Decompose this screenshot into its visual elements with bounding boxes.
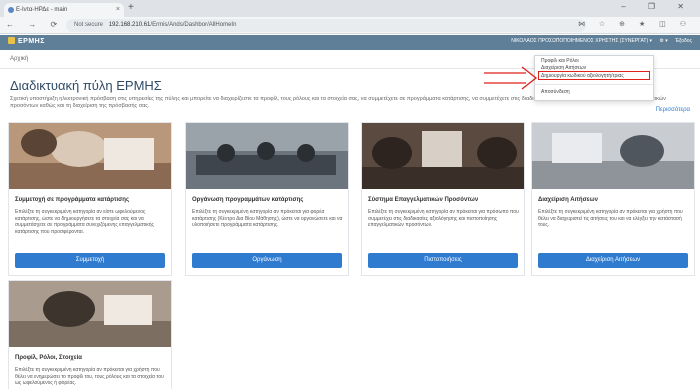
card-image xyxy=(9,281,171,347)
card-description: Επιλέξτε τη συγκεκριμένη κατηγορία αν πρ… xyxy=(538,209,683,228)
browser-tab[interactable]: Ε-Ιντα-ΗΡΔε - main × xyxy=(4,3,124,17)
card-applications-management: Διαχείριση Αιτήσεων Επιλέξτε τη συγκεκρι… xyxy=(531,122,695,276)
card-title: Διαχείριση Αιτήσεων xyxy=(538,197,598,203)
window-controls[interactable]: – ❐ ✕ xyxy=(621,2,694,11)
card-description: Επιλέξτε τη συγκεκριμένη κατηγορία αν πρ… xyxy=(368,209,519,228)
menu-divider xyxy=(535,84,653,85)
card-image xyxy=(9,123,171,189)
logout-link[interactable]: Έξοδος xyxy=(675,38,692,44)
card-description: Επιλέξτε τη συγκεκριμένη κατηγορία αν πρ… xyxy=(15,367,164,386)
not-secure-label[interactable]: Not secure xyxy=(74,22,103,28)
app-header: ΕΡΜΗΣ ΝΙΚΟΛΑΟΣ ΠΡΟΣΩΠΟΠΟΙΗΜΕΝΟΣ ΧΡΗΣΤΗΣ … xyxy=(0,35,700,50)
card-title: Προφίλ, Ρόλοι, Στοιχεία xyxy=(15,355,82,361)
page-title: Διαδικτυακή πύλη ΕΡΜΗΣ xyxy=(10,78,162,93)
browser-tabstrip: Ε-Ιντα-ΗΡΔε - main × + – ❐ ✕ xyxy=(0,0,700,17)
card-image xyxy=(186,123,348,189)
user-area: ΝΙΚΟΛΑΟΣ ΠΡΟΣΩΠΟΠΟΙΗΜΕΝΟΣ ΧΡΗΣΤΗΣ (ΣΥΝΕΡ… xyxy=(505,38,692,44)
card-title: Οργάνωση προγραμμάτων κατάρτισης xyxy=(192,197,304,203)
breadcrumb[interactable]: Αρχική xyxy=(10,56,28,62)
card-image xyxy=(532,123,694,189)
brand-name: ΕΡΜΗΣ xyxy=(18,38,45,45)
annotation-arrow-icon xyxy=(484,66,538,90)
brand[interactable]: ΕΡΜΗΣ xyxy=(8,37,45,45)
card-qualifications-system: Σύστημα Επαγγελματικών Προσόντων Επιλέξτ… xyxy=(361,122,525,276)
browser-extension-icons[interactable]: ⋈ ☆ ⊕ ★ ◫ ⚇ xyxy=(578,20,692,28)
manage-applications-button[interactable]: Διαχείριση Αιτήσεων xyxy=(538,253,688,268)
more-link[interactable]: Περισσότερα xyxy=(656,107,690,113)
card-title: Συμμετοχή σε προγράμματα κατάρτισης xyxy=(15,197,130,203)
card-profile-roles-data: Προφίλ, Ρόλοι, Στοιχεία Επιλέξτε τη συγκ… xyxy=(8,280,172,389)
url-path: /Ermis/Ands/Dashbor/AllHomeIn xyxy=(150,22,237,28)
card-description: Επιλέξτε τη συγκεκριμένη κατηγορία αν πρ… xyxy=(192,209,343,228)
user-menu[interactable]: ΝΙΚΟΛΑΟΣ ΠΡΟΣΩΠΟΠΟΙΗΜΕΝΟΣ ΧΡΗΣΤΗΣ (ΣΥΝΕΡ… xyxy=(511,38,652,44)
close-tab-icon[interactable]: × xyxy=(116,3,120,17)
organization-button[interactable]: Οργάνωση xyxy=(192,253,342,268)
favicon-icon xyxy=(8,7,14,13)
logo-icon xyxy=(8,37,15,44)
new-tab-button[interactable]: + xyxy=(128,2,134,13)
card-training-organization: Οργάνωση προγραμμάτων κατάρτισης Επιλέξτ… xyxy=(185,122,349,276)
user-dropdown-menu: Προφίλ και Ρόλοι Διαχείριση Αιτήσεων Δημ… xyxy=(534,55,654,101)
menu-item-profile[interactable]: Προφίλ και Ρόλοι xyxy=(541,58,579,64)
browser-toolbar: ← → ⟳ ⌂ Not secure 192.168.210.61/Ermis/… xyxy=(0,17,700,34)
card-image xyxy=(362,123,524,189)
url-host: 192.168.210.61 xyxy=(108,22,151,28)
card-training-participation: Συμμετοχή σε προγράμματα κατάρτισης Επιλ… xyxy=(8,122,172,276)
card-title: Σύστημα Επαγγελματικών Προσόντων xyxy=(368,197,479,203)
certifications-button[interactable]: Πιστοποιήσεις xyxy=(368,253,518,268)
settings-menu[interactable]: ⚙ ▾ xyxy=(659,38,667,44)
participation-button[interactable]: Συμμετοχή xyxy=(15,253,165,268)
address-bar[interactable]: Not secure 192.168.210.61/Ermis/Ands/Das… xyxy=(66,19,586,32)
menu-item-logout[interactable]: Αποσύνδεση xyxy=(541,89,570,95)
card-description: Επιλέξτε τη συγκεκριμένη κατηγορία αν εί… xyxy=(15,209,154,235)
tab-title: Ε-Ιντα-ΗΡΔε - main xyxy=(16,7,68,13)
menu-item-create-evaluator-code[interactable]: Δημιουργία κωδικού αξιολογητή/τριας xyxy=(541,73,624,79)
